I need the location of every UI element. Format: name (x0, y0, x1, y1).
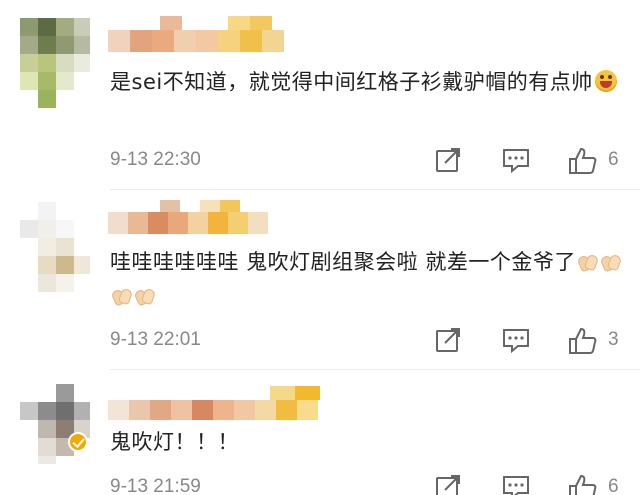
like-count: 3 (608, 329, 619, 350)
like-count: 6 (608, 149, 619, 170)
clapping-hands-emoji-icon (111, 286, 133, 306)
comment-meta: 9-13 22:30 6 (110, 145, 630, 175)
username-decoration (150, 16, 284, 30)
comment-item: 是sei不知道，就觉得中间红格子衫戴驴帽的有点帅 9-13 22:30 6 (0, 0, 640, 190)
username-decoration (150, 200, 270, 212)
share-button[interactable] (435, 474, 461, 495)
username[interactable] (108, 212, 268, 234)
avatar[interactable] (20, 384, 90, 464)
comment-list: 是sei不知道，就觉得中间红格子衫戴驴帽的有点帅 9-13 22:30 6 哇哇… (0, 0, 640, 495)
comment-time: 9-13 21:59 (110, 476, 201, 495)
clapping-hands-emoji-icon (134, 286, 156, 306)
like-button[interactable] (568, 327, 598, 359)
comment-item: 哇哇哇哇哇哇 鬼吹灯剧组聚会啦 就差一个金爷了 9-13 22:01 3 (0, 190, 640, 370)
share-button[interactable] (435, 147, 461, 177)
comment-text-content: 鬼吹灯！！！ (110, 430, 239, 454)
comment-text: 哇哇哇哇哇哇 鬼吹灯剧组聚会啦 就差一个金爷了 (110, 245, 630, 313)
thumbs-up-icon (569, 147, 597, 174)
reply-button[interactable] (502, 327, 530, 357)
comment-text: 是sei不知道，就觉得中间红格子衫戴驴帽的有点帅 (110, 65, 630, 99)
comment-text-content: 是sei不知道，就觉得中间红格子衫戴驴帽的有点帅 (110, 70, 593, 94)
share-icon (436, 328, 460, 352)
like-button[interactable] (568, 147, 598, 179)
comment-icon (503, 149, 529, 174)
comment-item: 鬼吹灯！！！ 9-13 21:59 6 (0, 370, 640, 495)
username[interactable] (108, 400, 318, 420)
share-icon (436, 475, 460, 495)
clapping-hands-emoji-icon (600, 252, 622, 272)
thumbs-up-icon (569, 327, 597, 354)
comment-time: 9-13 22:01 (110, 329, 201, 350)
thumbs-up-icon (569, 474, 597, 495)
share-icon (436, 148, 460, 172)
comment-text-content: 哇哇哇哇哇哇 鬼吹灯剧组聚会啦 就差一个金爷了 (110, 250, 576, 274)
username-decoration (270, 386, 320, 400)
username[interactable] (108, 30, 284, 52)
avatar[interactable] (20, 18, 90, 108)
comment-time: 9-13 22:30 (110, 149, 201, 170)
like-count: 6 (608, 476, 619, 495)
clapping-hands-emoji-icon (577, 252, 599, 272)
avatar[interactable] (20, 202, 90, 292)
share-button[interactable] (435, 327, 461, 357)
verified-badge-icon (68, 432, 88, 452)
like-button[interactable] (568, 474, 598, 495)
comment-text: 鬼吹灯！！！ (110, 425, 630, 459)
grinning-face-emoji-icon (594, 70, 617, 92)
comment-icon (503, 329, 529, 354)
comment-meta: 9-13 21:59 6 (110, 472, 630, 495)
comment-icon (503, 476, 529, 495)
comment-meta: 9-13 22:01 3 (110, 325, 630, 355)
reply-button[interactable] (502, 147, 530, 177)
reply-button[interactable] (502, 474, 530, 495)
